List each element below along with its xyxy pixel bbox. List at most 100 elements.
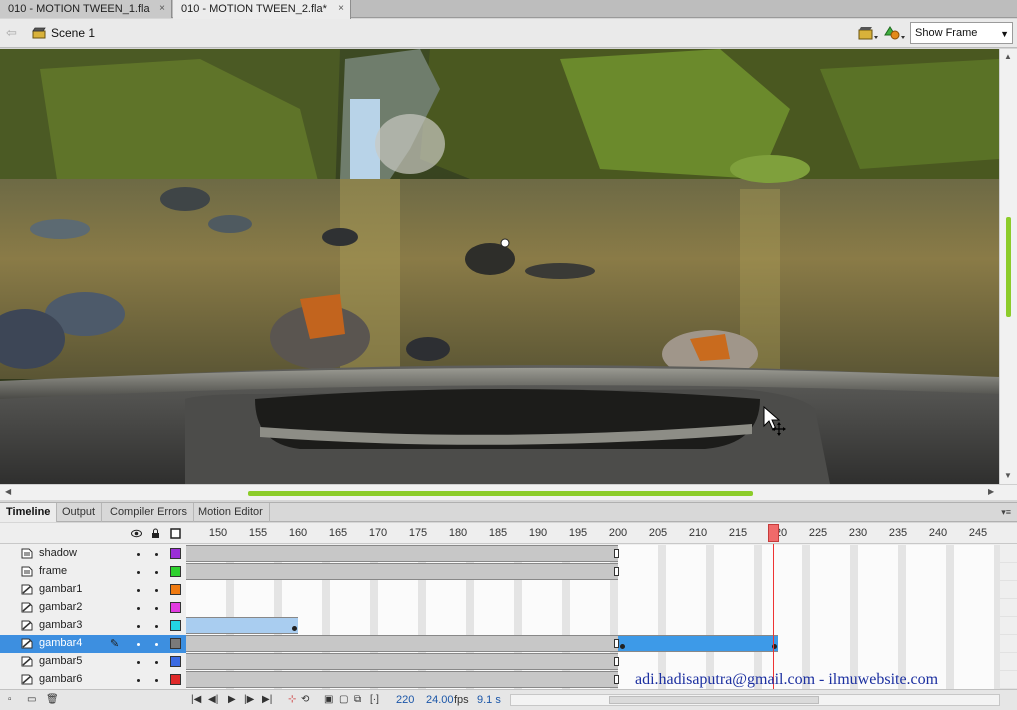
visibility-dot[interactable] xyxy=(137,607,140,610)
scroll-right-icon[interactable]: ▶ xyxy=(988,487,994,496)
visibility-dot[interactable] xyxy=(137,661,140,664)
layer-row-gambar1[interactable]: gambar1 xyxy=(0,581,1017,599)
layer-color-swatch[interactable] xyxy=(170,548,181,559)
visibility-dot[interactable] xyxy=(137,589,140,592)
layer-name-cell[interactable]: gambar4 ✎ xyxy=(0,635,186,653)
layer-color-swatch[interactable] xyxy=(170,674,181,685)
end-frame-marker[interactable] xyxy=(614,567,619,576)
visibility-dot[interactable] xyxy=(137,553,140,556)
play-icon[interactable]: ▶ xyxy=(228,695,239,705)
stage-horizontal-scrollbar[interactable]: ◀ ▶ xyxy=(0,484,1017,500)
outline-icon[interactable] xyxy=(170,528,181,539)
frame-ruler[interactable]: 150 155 160 165 170 175 180 185 190 195 200 205 210 2… xyxy=(186,523,1000,544)
onion-skin-icon[interactable]: ▣ xyxy=(324,695,335,705)
layer-name-cell[interactable]: gambar5 xyxy=(0,653,186,671)
tween-span[interactable] xyxy=(186,617,298,634)
fps-value[interactable]: 24.00 xyxy=(426,694,454,706)
step-forward-icon[interactable]: |▶ xyxy=(244,695,255,705)
layer-row-frame[interactable]: frame xyxy=(0,563,1017,581)
end-frame-marker[interactable] xyxy=(614,675,619,684)
tab-output[interactable]: Output xyxy=(56,503,103,522)
new-folder-icon[interactable]: ▭ xyxy=(27,695,38,705)
frame-span[interactable] xyxy=(186,545,618,562)
layer-frames[interactable] xyxy=(186,635,1000,653)
end-frame-marker[interactable] xyxy=(614,549,619,558)
back-arrow-icon[interactable]: ⇦ xyxy=(6,26,20,39)
visibility-dot[interactable] xyxy=(137,571,140,574)
eye-icon[interactable] xyxy=(131,528,142,539)
layer-frames[interactable] xyxy=(186,653,1000,671)
timeline-scroll-thumb[interactable] xyxy=(609,696,819,704)
doc-tab-motion-tween-1[interactable]: 010 - MOTION TWEEN_1.fla × xyxy=(0,0,172,18)
last-frame-icon[interactable]: ▶| xyxy=(262,695,273,705)
visibility-dot[interactable] xyxy=(137,679,140,682)
layer-name-cell[interactable]: gambar3 xyxy=(0,617,186,635)
keyframe-dot[interactable] xyxy=(292,626,297,631)
scroll-left-icon[interactable]: ◀ xyxy=(5,487,11,496)
vertical-scroll-thumb[interactable] xyxy=(1006,217,1011,317)
layer-color-swatch[interactable] xyxy=(170,602,181,613)
layer-name-cell[interactable]: frame xyxy=(0,563,186,581)
layer-color-swatch[interactable] xyxy=(170,566,181,577)
tween-span[interactable] xyxy=(618,635,778,652)
layer-row-gambar3[interactable]: gambar3 xyxy=(0,617,1017,635)
playhead-handle[interactable] xyxy=(768,524,779,542)
lock-icon[interactable] xyxy=(150,528,161,539)
layer-frames[interactable] xyxy=(186,617,1000,635)
layer-name-cell[interactable]: gambar2 xyxy=(0,599,186,617)
end-frame-marker[interactable] xyxy=(614,657,619,666)
close-icon[interactable]: × xyxy=(338,0,344,18)
layer-name-cell[interactable]: gambar6 xyxy=(0,671,186,689)
lock-dot[interactable] xyxy=(155,661,158,664)
lock-dot[interactable] xyxy=(155,625,158,628)
layer-color-swatch[interactable] xyxy=(170,656,181,667)
layer-color-swatch[interactable] xyxy=(170,584,181,595)
lock-dot[interactable] xyxy=(155,553,158,556)
layer-frames[interactable] xyxy=(186,581,1000,599)
scroll-down-icon[interactable]: ▼ xyxy=(1004,471,1012,480)
visibility-dot[interactable] xyxy=(137,625,140,628)
layer-row-gambar2[interactable]: gambar2 xyxy=(0,599,1017,617)
zoom-select[interactable]: Show Frame ▼ xyxy=(910,22,1013,44)
lock-dot[interactable] xyxy=(155,679,158,682)
layer-row-gambar4[interactable]: gambar4 ✎ xyxy=(0,635,1017,653)
lock-dot[interactable] xyxy=(155,607,158,610)
center-frame-icon[interactable]: ⊹ xyxy=(288,695,299,705)
new-layer-icon[interactable]: ▫ xyxy=(8,695,19,705)
frame-span[interactable] xyxy=(186,671,618,688)
panel-menu-icon[interactable]: ▾≡ xyxy=(1001,507,1011,518)
tab-timeline[interactable]: Timeline xyxy=(0,503,58,522)
layer-frames[interactable] xyxy=(186,563,1000,581)
end-frame-marker[interactable] xyxy=(614,639,619,648)
current-frame-value[interactable]: 220 xyxy=(396,694,414,706)
horizontal-scroll-thumb[interactable] xyxy=(248,491,753,496)
layer-frames[interactable] xyxy=(186,545,1000,563)
layer-name-cell[interactable]: gambar1 xyxy=(0,581,186,599)
edit-scene-icon[interactable] xyxy=(857,25,879,41)
keyframe-dot[interactable] xyxy=(620,644,625,649)
onion-outline-icon[interactable]: ▢ xyxy=(339,695,350,705)
layer-name-cell[interactable]: shadow xyxy=(0,545,186,563)
onion-markers-icon[interactable]: [·] xyxy=(370,695,381,705)
layer-row-gambar5[interactable]: gambar5 xyxy=(0,653,1017,671)
lock-dot[interactable] xyxy=(155,589,158,592)
delete-icon[interactable]: 🗑 xyxy=(46,695,59,705)
visibility-dot[interactable] xyxy=(137,643,140,646)
tab-compiler-errors[interactable]: Compiler Errors xyxy=(104,503,195,522)
timeline-horizontal-scrollbar[interactable] xyxy=(510,694,1000,706)
layer-color-swatch[interactable] xyxy=(170,620,181,631)
doc-tab-motion-tween-2[interactable]: 010 - MOTION TWEEN_2.fla* × xyxy=(173,0,351,19)
first-frame-icon[interactable]: |◀ xyxy=(191,695,202,705)
tab-motion-editor[interactable]: Motion Editor xyxy=(192,503,270,522)
edit-symbol-icon[interactable] xyxy=(884,25,906,41)
frame-span[interactable] xyxy=(186,653,618,670)
close-icon[interactable]: × xyxy=(159,0,165,18)
scroll-up-icon[interactable]: ▲ xyxy=(1004,52,1012,61)
stage-vertical-scrollbar[interactable]: ▲ ▼ xyxy=(999,49,1017,484)
step-back-icon[interactable]: ◀| xyxy=(208,695,219,705)
loop-icon[interactable]: ⟲ xyxy=(301,695,312,705)
edit-multiple-icon[interactable]: ⧉ xyxy=(354,695,365,705)
layer-color-swatch[interactable] xyxy=(170,638,181,649)
stage-canvas[interactable] xyxy=(0,49,999,484)
layer-row-shadow[interactable]: shadow xyxy=(0,545,1017,563)
